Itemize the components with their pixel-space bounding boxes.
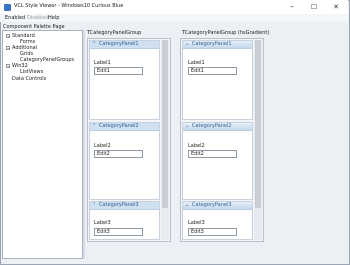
- menu-enabled[interactable]: Enabled: [5, 15, 25, 21]
- panel-label: Label1: [94, 60, 111, 66]
- panel-label: Label3: [94, 220, 111, 226]
- panel-header[interactable]: ⌃ CategoryPanel2: [90, 123, 159, 131]
- close-button[interactable]: ✕: [326, 1, 346, 13]
- category-panel: ⌃ CategoryPanel1: [89, 40, 160, 120]
- expand-chevron-icon[interactable]: ⌄: [185, 202, 189, 209]
- expand-chevron-icon[interactable]: ⌄: [185, 123, 189, 130]
- collapse-icon[interactable]: ⌃: [92, 202, 96, 209]
- scrollbar-thumb[interactable]: [255, 40, 261, 208]
- edit-field[interactable]: Edit1: [94, 67, 143, 75]
- panel-title: CategoryPanel3: [192, 202, 232, 208]
- edit-field[interactable]: Edit3: [188, 228, 237, 236]
- panel-title: CategoryPanel2: [192, 123, 232, 129]
- minimize-button[interactable]: –: [282, 1, 302, 13]
- tree-item-categorypanelgroups[interactable]: CategoryPanelGroups: [20, 58, 74, 63]
- panel-header[interactable]: ⌃ CategoryPanel3: [90, 202, 159, 210]
- category-panel: ⌄ CategoryPanel2: [182, 122, 253, 200]
- expand-chevron-icon[interactable]: ⌄: [185, 41, 189, 48]
- panel-label: Label1: [188, 60, 205, 66]
- panel-label: Label3: [188, 220, 205, 226]
- panel-label: Label2: [94, 143, 111, 149]
- panel-label: Label2: [188, 143, 205, 149]
- edit-field[interactable]: Edit1: [188, 67, 237, 75]
- tree-item-data-controls[interactable]: Data Controls: [12, 77, 46, 82]
- group-caption: TCategoryPanelGroup: [87, 30, 142, 36]
- panel-title: CategoryPanel1: [192, 41, 232, 47]
- app-icon: [4, 4, 11, 11]
- menu-help[interactable]: Help: [48, 15, 59, 21]
- collapse-icon[interactable]: ⌃: [92, 41, 96, 48]
- scrollbar-thumb[interactable]: [162, 40, 168, 208]
- edit-field[interactable]: Edit3: [94, 228, 143, 236]
- expand-icon[interactable]: −: [6, 64, 10, 69]
- panel-title: CategoryPanel1: [99, 41, 139, 47]
- panel-header[interactable]: ⌄ CategoryPanel1: [183, 41, 252, 49]
- maximize-button[interactable]: ☐: [304, 1, 324, 13]
- group-caption: TCategoryPanelGroup (hsGradient): [182, 30, 270, 36]
- panel-title: CategoryPanel2: [99, 123, 139, 129]
- splitter[interactable]: [83, 30, 85, 259]
- category-panel: ⌄ CategoryPanel1: [182, 40, 253, 120]
- menu-disabled[interactable]: Disabled: [27, 15, 49, 21]
- edit-field[interactable]: Edit2: [94, 150, 143, 158]
- window-title: VCL Style Viewer - Windows10 Curious Blu…: [14, 3, 124, 9]
- panel-header[interactable]: ⌄ CategoryPanel2: [183, 123, 252, 131]
- collapse-icon[interactable]: ⌃: [92, 123, 96, 130]
- category-panel: ⌃ CategoryPanel2: [89, 122, 160, 200]
- edit-field[interactable]: Edit2: [188, 150, 237, 158]
- panel-title: CategoryPanel3: [99, 202, 139, 208]
- panel-header[interactable]: ⌃ CategoryPanel1: [90, 41, 159, 49]
- expand-icon[interactable]: −: [6, 34, 10, 39]
- tree-item-listviews[interactable]: ListViews: [20, 70, 43, 75]
- expand-icon[interactable]: −: [6, 46, 10, 51]
- panel-header[interactable]: ⌄ CategoryPanel3: [183, 202, 252, 210]
